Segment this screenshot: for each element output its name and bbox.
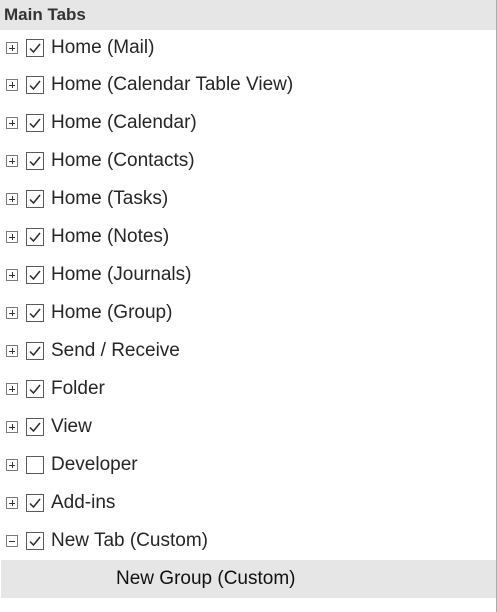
expand-icon[interactable] <box>6 383 18 395</box>
tab-checkbox[interactable] <box>26 418 44 436</box>
tree-item-label: Home (Calendar Table View) <box>51 74 294 95</box>
tree-item-home-notes[interactable]: Home (Notes) <box>0 218 496 256</box>
tab-checkbox[interactable] <box>26 342 44 360</box>
expand-icon[interactable] <box>6 79 18 91</box>
tree-item-label: Add-ins <box>51 492 116 513</box>
expand-icon[interactable] <box>6 193 18 205</box>
tree-item-label: View <box>51 416 92 437</box>
tab-checkbox[interactable] <box>26 152 44 170</box>
tree-item-developer[interactable]: Developer <box>0 446 496 484</box>
tab-checkbox[interactable] <box>26 494 44 512</box>
checkmark-icon <box>29 232 41 243</box>
expand-icon[interactable] <box>6 42 18 54</box>
tab-checkbox[interactable] <box>26 76 44 94</box>
checkmark-icon <box>29 80 41 91</box>
checkmark-icon <box>29 270 41 281</box>
tab-checkbox[interactable] <box>26 532 44 550</box>
tree-item-label: New Tab (Custom) <box>51 530 208 551</box>
tree-item-home-calendar-table-view[interactable]: Home (Calendar Table View) <box>0 66 496 104</box>
expand-icon[interactable] <box>6 155 18 167</box>
expand-icon[interactable] <box>6 459 18 471</box>
tree-item-label: Home (Journals) <box>51 264 192 285</box>
collapse-icon[interactable] <box>6 535 18 547</box>
checkmark-icon <box>29 422 41 433</box>
tree-subitem-new-group-custom[interactable]: New Group (Custom) <box>1 560 496 598</box>
tree-item-new-tab-custom[interactable]: New Tab (Custom) <box>0 522 496 560</box>
tree-item-label: Home (Contacts) <box>51 150 195 171</box>
tab-checkbox[interactable] <box>26 190 44 208</box>
tree-item-label: Home (Group) <box>51 302 173 323</box>
tab-checkbox[interactable] <box>26 228 44 246</box>
tree-item-view[interactable]: View <box>0 408 496 446</box>
tree-item-label: Home (Calendar) <box>51 112 197 133</box>
tab-tree: Home (Mail) Home (Calendar Table View) H… <box>0 30 496 598</box>
tree-item-home-contacts[interactable]: Home (Contacts) <box>0 142 496 180</box>
expand-icon[interactable] <box>6 231 18 243</box>
tree-item-label: Home (Tasks) <box>51 188 169 209</box>
expand-icon[interactable] <box>6 117 18 129</box>
tab-checkbox[interactable] <box>26 304 44 322</box>
tree-item-label: Developer <box>51 454 138 475</box>
expand-icon[interactable] <box>6 421 18 433</box>
tab-checkbox[interactable] <box>26 380 44 398</box>
tree-item-label: Folder <box>51 378 105 399</box>
tree-item-home-calendar[interactable]: Home (Calendar) <box>0 104 496 142</box>
tree-item-label: Home (Mail) <box>51 37 155 58</box>
checkmark-icon <box>29 308 41 319</box>
tab-checkbox[interactable] <box>26 266 44 284</box>
tree-item-home-journals[interactable]: Home (Journals) <box>0 256 496 294</box>
tree-item-label: Send / Receive <box>51 340 180 361</box>
tree-item-label: Home (Notes) <box>51 226 170 247</box>
main-tabs-tree-panel: Main Tabs Home (Mail) Home (Calendar Tab… <box>0 0 497 612</box>
checkmark-icon <box>29 43 41 54</box>
tree-item-add-ins[interactable]: Add-ins <box>0 484 496 522</box>
checkmark-icon <box>29 194 41 205</box>
checkmark-icon <box>29 156 41 167</box>
tree-item-folder[interactable]: Folder <box>0 370 496 408</box>
tree-item-send-receive[interactable]: Send / Receive <box>0 332 496 370</box>
tab-checkbox[interactable] <box>26 114 44 132</box>
checkmark-icon <box>29 118 41 129</box>
expand-icon[interactable] <box>6 497 18 509</box>
tree-item-home-mail[interactable]: Home (Mail) <box>0 30 496 66</box>
expand-icon[interactable] <box>6 345 18 357</box>
main-tabs-header: Main Tabs <box>0 0 496 30</box>
checkmark-icon <box>29 384 41 395</box>
tree-item-home-group[interactable]: Home (Group) <box>0 294 496 332</box>
tree-item-home-tasks[interactable]: Home (Tasks) <box>0 180 496 218</box>
checkmark-icon <box>29 498 41 509</box>
expand-icon[interactable] <box>6 307 18 319</box>
checkmark-icon <box>29 536 41 547</box>
expand-icon[interactable] <box>6 269 18 281</box>
tab-checkbox-unchecked[interactable] <box>26 456 44 474</box>
tab-checkbox[interactable] <box>26 39 44 57</box>
checkmark-icon <box>29 346 41 357</box>
